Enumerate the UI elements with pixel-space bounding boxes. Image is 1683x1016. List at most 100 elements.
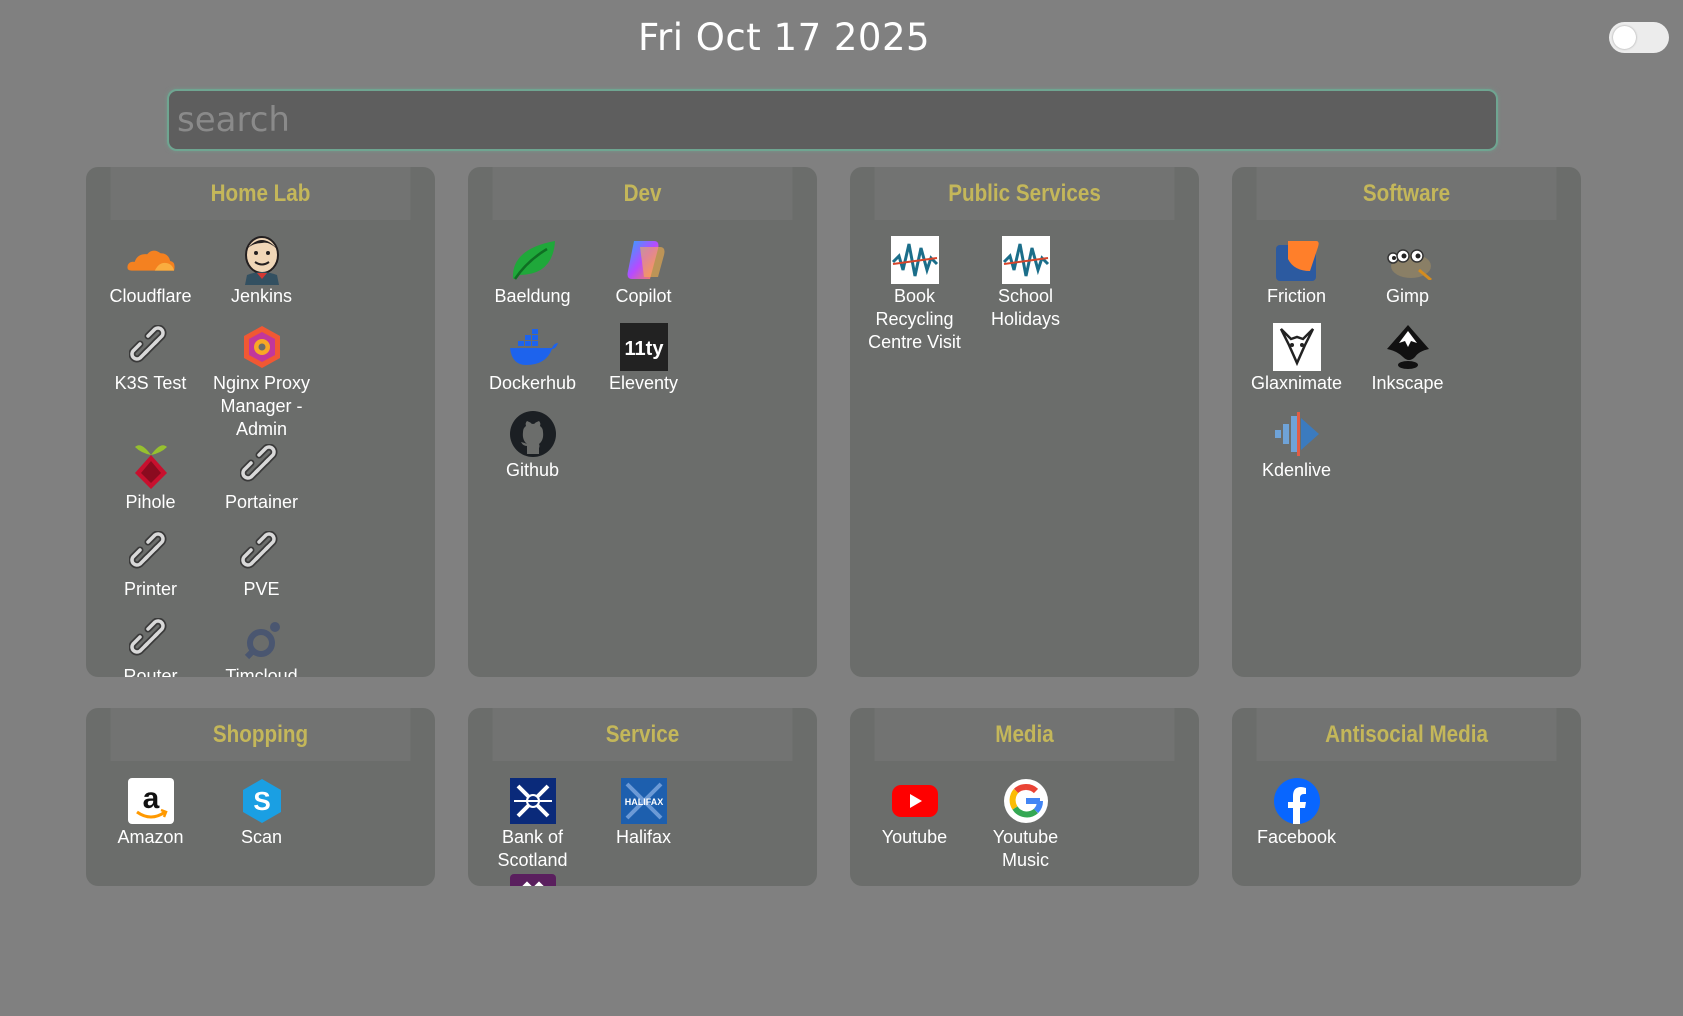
bookmark-label: Glaxnimate xyxy=(1250,373,1343,393)
halifax-icon: HALIFAX xyxy=(619,776,669,826)
bookmark-cloudflare[interactable]: Cloudflare xyxy=(95,235,206,322)
panel-title: Shopping xyxy=(110,708,411,761)
bookmark-label: Youtube xyxy=(881,827,948,847)
link-icon xyxy=(237,528,287,578)
bookmark-label: Baeldung xyxy=(494,286,571,306)
bookmark-label: Facebook xyxy=(1256,827,1337,847)
bookmark-halifax[interactable]: HALIFAX Halifax xyxy=(588,776,699,872)
bookmark-copilot[interactable]: Copilot xyxy=(588,235,699,322)
bookmark-list: Friction Gimp Glaxnimate Inkscape Kdenlive xyxy=(1232,220,1581,506)
bookmark-label: Portainer xyxy=(224,492,299,512)
bookmark-baeldung[interactable]: Baeldung xyxy=(477,235,588,322)
bookmark-printer[interactable]: Printer xyxy=(95,528,206,615)
baeldung-leaf-icon xyxy=(508,235,558,285)
svg-text:a: a xyxy=(142,782,159,815)
bookmark-amazon[interactable]: a Amazon xyxy=(95,776,206,863)
link-icon xyxy=(237,441,287,491)
theme-toggle[interactable] xyxy=(1609,22,1669,53)
bookmark-list: Facebook xyxy=(1232,761,1581,873)
bookmark-facebook[interactable]: Facebook xyxy=(1241,776,1352,863)
bookmark-portainer[interactable]: Portainer xyxy=(206,441,317,528)
svg-text:11ty: 11ty xyxy=(624,338,664,360)
bookmark-list: Cloudflare Jenkins K3S Test Nginx Proxy Man… xyxy=(86,220,435,677)
bookmark-friction[interactable]: Friction xyxy=(1241,235,1352,322)
bookmark-label: Book Recycling Centre Visit xyxy=(868,286,961,352)
panel-service: Service Bank of Scotland HALIFAX Halifax RBS… xyxy=(468,708,817,886)
inkscape-icon xyxy=(1383,322,1433,372)
bookmark-list: Youtube Youtube Music xyxy=(850,761,1199,882)
bookmark-label: Nginx Proxy Manager - Admin xyxy=(212,373,311,439)
bookmark-pve[interactable]: PVE xyxy=(206,528,317,615)
bookmark-k3s-test[interactable]: K3S Test xyxy=(95,322,206,441)
bookmark-youtube[interactable]: Youtube xyxy=(859,776,970,872)
bookmark-gimp[interactable]: Gimp xyxy=(1352,235,1463,322)
council-wave-icon xyxy=(890,235,940,285)
bookmark-label: Halifax xyxy=(615,827,672,847)
panel-title: Antisocial Media xyxy=(1256,708,1557,761)
friction-icon xyxy=(1272,235,1322,285)
youtube-icon xyxy=(890,776,940,826)
link-icon xyxy=(126,322,176,372)
rbs-icon xyxy=(508,872,558,886)
panel-antisocial-media: Antisocial Media Facebook xyxy=(1232,708,1581,886)
panel-title: Service xyxy=(492,708,793,761)
date-heading: Fri Oct 17 2025 xyxy=(637,16,931,59)
bookmark-label: Cloudflare xyxy=(109,286,192,306)
scan-icon: S xyxy=(237,776,287,826)
bookmark-label: Gimp xyxy=(1385,286,1429,306)
bookmark-inkscape[interactable]: Inkscape xyxy=(1352,322,1463,409)
bank-of-scotland-icon xyxy=(508,776,558,826)
link-icon xyxy=(126,615,176,665)
facebook-icon xyxy=(1272,776,1322,826)
bookmark-glaxnimate[interactable]: Glaxnimate xyxy=(1241,322,1352,409)
bookmark-label: Copilot xyxy=(615,286,672,306)
bookmark-bank-of-scotland[interactable]: Bank of Scotland xyxy=(477,776,588,872)
bookmark-list: Bank of Scotland HALIFAX Halifax RBS Digita… xyxy=(468,761,817,886)
bookmark-book-recycling-centre-visit[interactable]: Book Recycling Centre Visit xyxy=(859,235,970,354)
panel-software: Software Friction Gimp Glaxnimate Inkscape Kd… xyxy=(1232,167,1581,677)
bookmark-label: Jenkins xyxy=(230,286,293,306)
bookmark-youtube-music[interactable]: Youtube Music xyxy=(970,776,1081,872)
bookmark-label: Pihole xyxy=(125,492,176,512)
panel-title: Home Lab xyxy=(110,167,411,220)
search-input[interactable] xyxy=(167,89,1498,151)
bookmark-label: School Holidays xyxy=(990,286,1061,329)
nextcloud-icon xyxy=(237,615,287,665)
panel-title: Dev xyxy=(492,167,793,220)
bookmark-label: Printer xyxy=(123,579,177,599)
panel-dev: Dev Baeldung Copilot Dockerhub 11ty Eleventy G… xyxy=(468,167,817,677)
bookmark-jenkins[interactable]: Jenkins xyxy=(206,235,317,322)
toggle-knob[interactable] xyxy=(1613,26,1636,49)
glaxnimate-icon xyxy=(1272,322,1322,372)
bookmark-router[interactable]: Router xyxy=(95,615,206,677)
bookmark-label: Timcloud Files xyxy=(225,666,298,677)
panel-media: Media Youtube Youtube Music xyxy=(850,708,1199,886)
svg-text:S: S xyxy=(253,786,270,816)
bookmark-github[interactable]: Github xyxy=(477,409,588,496)
svg-text:HALIFAX: HALIFAX xyxy=(624,797,663,807)
gimp-icon xyxy=(1383,235,1433,285)
bookmark-rbs-digital-banking[interactable]: RBS Digital Banking xyxy=(477,872,588,886)
bookmark-label: Kdenlive xyxy=(1261,460,1332,480)
bookmark-dockerhub[interactable]: Dockerhub xyxy=(477,322,588,409)
bookmark-label: Inkscape xyxy=(1371,373,1444,393)
google-icon xyxy=(1001,776,1051,826)
docker-whale-icon xyxy=(508,322,558,372)
panel-title: Public Services xyxy=(874,167,1175,220)
cloudflare-icon xyxy=(126,235,176,285)
bookmark-timcloud-files[interactable]: Timcloud Files xyxy=(206,615,317,677)
bookmark-scan[interactable]: S Scan xyxy=(206,776,317,863)
bookmark-school-holidays[interactable]: School Holidays xyxy=(970,235,1081,354)
amazon-icon: a xyxy=(126,776,176,826)
bookmark-list: a Amazon S Scan xyxy=(86,761,435,873)
bookmark-list: Baeldung Copilot Dockerhub 11ty Eleventy Gith… xyxy=(468,220,817,506)
bookmark-label: Dockerhub xyxy=(488,373,577,393)
nginx-proxy-manager-icon xyxy=(237,322,287,372)
bookmark-label: Friction xyxy=(1266,286,1326,306)
bookmark-kdenlive[interactable]: Kdenlive xyxy=(1241,409,1352,496)
kdenlive-icon xyxy=(1272,409,1322,459)
bookmark-nginx-proxy-manager-admin[interactable]: Nginx Proxy Manager - Admin xyxy=(206,322,317,441)
bookmark-label: Amazon xyxy=(117,827,184,847)
bookmark-pihole[interactable]: Pihole xyxy=(95,441,206,528)
bookmark-eleventy[interactable]: 11ty Eleventy xyxy=(588,322,699,409)
